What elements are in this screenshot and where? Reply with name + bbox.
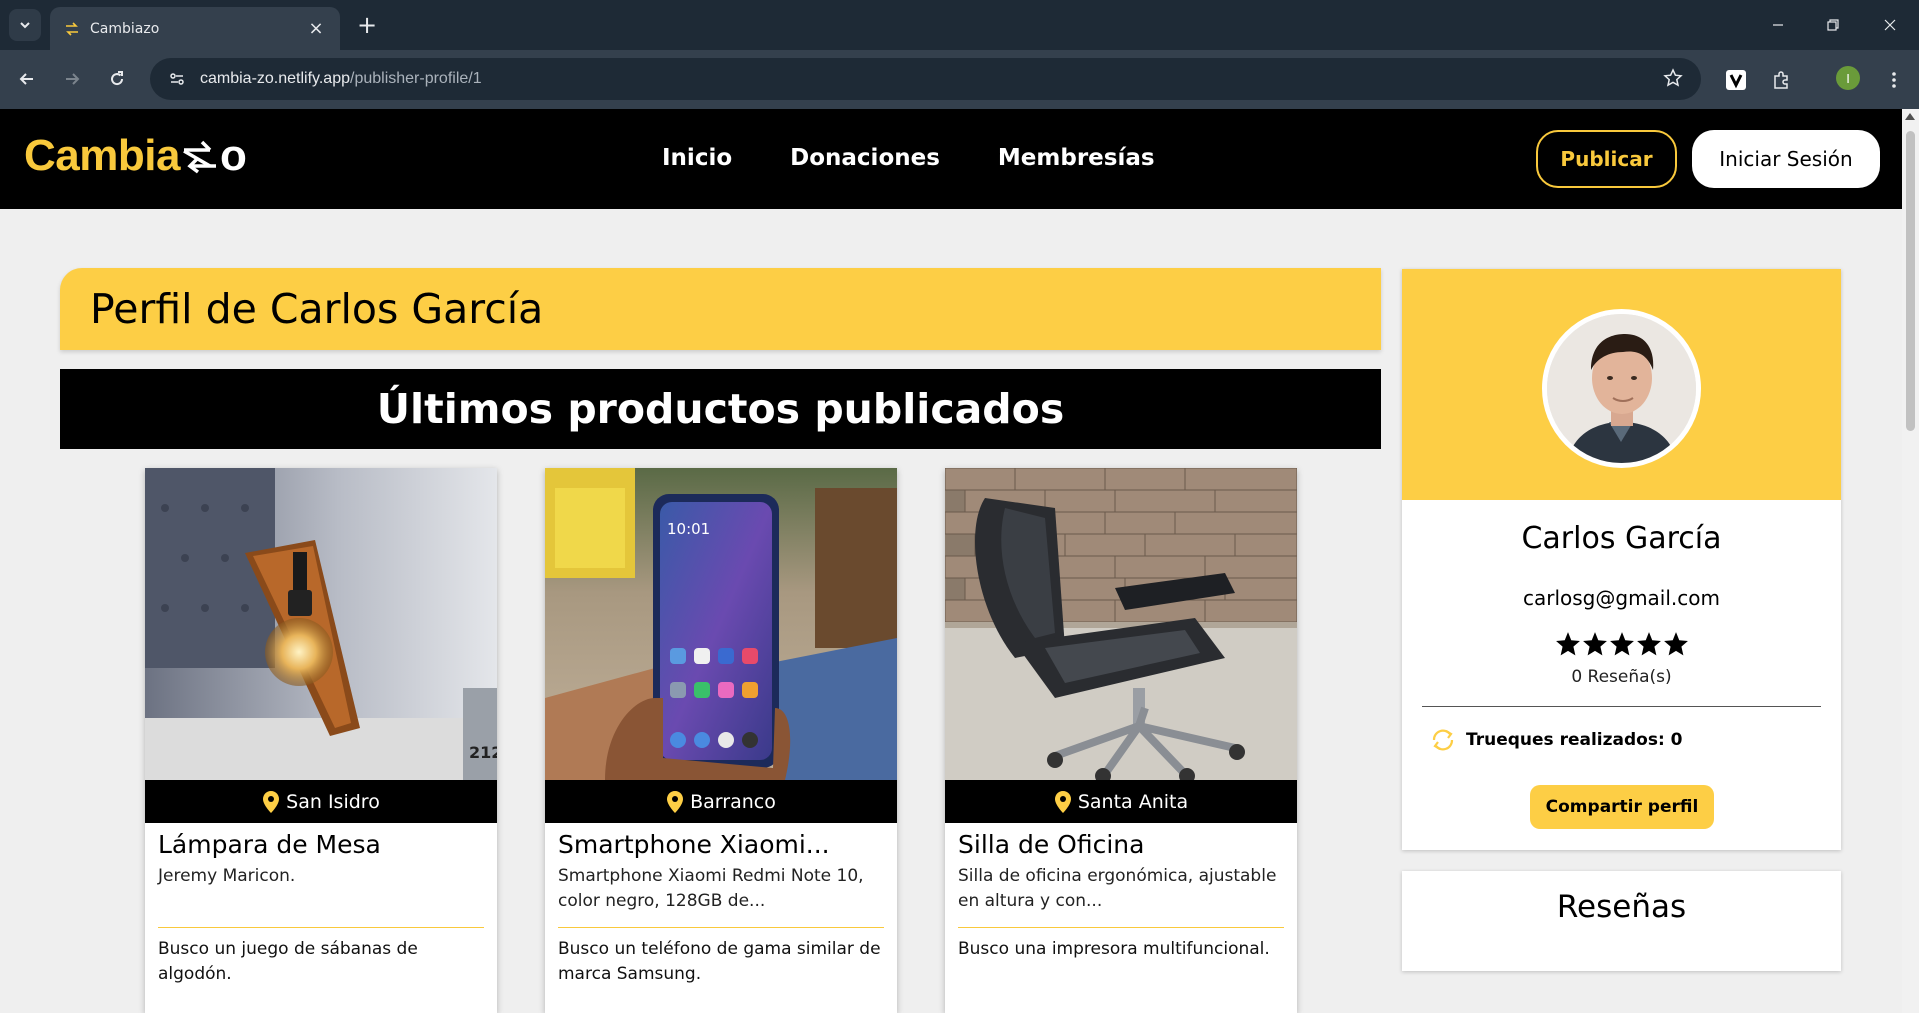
product-wants: Busco un juego de sábanas de algodón.: [158, 939, 418, 984]
page-scrollbar[interactable]: [1902, 109, 1919, 1013]
arrow-right-icon: [66, 73, 80, 85]
share-profile-button[interactable]: Compartir perfil: [1530, 785, 1714, 829]
star-icon: [1636, 632, 1661, 656]
site-info-icon[interactable]: [164, 66, 190, 92]
product-name[interactable]: Lámpara de Mesa: [158, 830, 381, 859]
svg-text:212: 212: [469, 743, 497, 762]
product-description: Silla de oficina ergonómica, ajustable e…: [958, 866, 1277, 911]
bookmark-star-icon[interactable]: [1663, 68, 1683, 92]
cambiazo-logo[interactable]: Cambia o: [24, 131, 247, 181]
product-card[interactable]: 212 San Isidro Lámpara de Mesa Jeremy Ma…: [145, 468, 497, 1013]
product-name[interactable]: Smartphone Xiaomi...: [558, 830, 830, 859]
nav-item-membresias[interactable]: Membresías: [998, 145, 1155, 171]
profile-card-header: [1402, 269, 1841, 500]
location-pin-icon: [1054, 790, 1071, 813]
product-location: Santa Anita: [945, 780, 1297, 823]
login-button[interactable]: Iniciar Sesión: [1692, 130, 1880, 188]
product-name[interactable]: Silla de Oficina: [958, 830, 1144, 859]
url-path: /publisher-profile/1: [350, 70, 482, 87]
star-icon: [1582, 632, 1607, 656]
product-wants: Busco un teléfono de gama similar de mar…: [558, 939, 881, 984]
product-wants: Busco una impresora multifuncional.: [958, 939, 1270, 959]
chevron-down-icon: [20, 22, 30, 29]
latest-products-banner: Últimos productos publicados: [60, 369, 1381, 449]
minimize-button[interactable]: [1758, 8, 1798, 42]
product-description: Smartphone Xiaomi Redmi Note 10, color n…: [558, 866, 864, 911]
exchange-icon: [1432, 729, 1454, 751]
reload-icon: [111, 71, 124, 86]
minimize-icon: [1773, 24, 1783, 26]
browser-tab[interactable]: Cambiazo ×: [50, 7, 340, 50]
star-icon: [1663, 632, 1688, 656]
tab-close-icon[interactable]: ×: [306, 18, 326, 39]
star-icon: [1609, 632, 1634, 656]
product-image-smartphone[interactable]: 10:01: [545, 468, 897, 780]
publisher-email: carlosg@gmail.com: [1522, 586, 1720, 610]
browser-menu-icon[interactable]: [1880, 66, 1908, 94]
cambiazo-favicon-icon: [64, 21, 80, 37]
product-image-office-chair[interactable]: [945, 468, 1297, 780]
exchange-arrows-icon: [183, 140, 216, 174]
product-image-lamp[interactable]: 212: [145, 468, 497, 780]
arrow-left-icon: [19, 73, 33, 85]
logo-text: Cambia: [24, 131, 180, 180]
section-title: Últimos productos publicados: [376, 385, 1065, 433]
reviews-section: Reseñas: [1402, 871, 1841, 971]
nav-item-donaciones[interactable]: Donaciones: [790, 145, 940, 171]
restore-icon: [1827, 19, 1839, 31]
avatar: [1542, 309, 1701, 468]
scroll-thumb[interactable]: [1906, 131, 1915, 431]
product-card[interactable]: Santa Anita Silla de Oficina Silla de of…: [945, 468, 1297, 1013]
trades-count: Trueques realizados: 0: [1430, 727, 1683, 753]
publisher-profile-card: Carlos García carlosg@gmail.com 0 Reseña…: [1402, 269, 1841, 850]
reviews-title: Reseñas: [1556, 889, 1687, 925]
divider: [158, 927, 484, 928]
reviews-count: 0 Reseña(s): [1571, 667, 1672, 687]
logo-text-end: o: [219, 131, 247, 180]
restore-button[interactable]: [1813, 8, 1853, 42]
extension-v-icon[interactable]: [1722, 66, 1750, 94]
divider: [558, 927, 884, 928]
forward-button[interactable]: [57, 64, 87, 94]
location-label: Santa Anita: [1077, 790, 1189, 813]
scroll-up-arrow-icon[interactable]: [1905, 113, 1915, 120]
browser-profile-avatar[interactable]: I: [1836, 66, 1860, 90]
address-bar[interactable]: cambia-zo.netlify.app/publisher-profile/…: [150, 58, 1701, 100]
browser-tab-bar: Cambiazo × +: [0, 0, 1919, 50]
site-header: Cambia o Inicio Donaciones Membresías Pu…: [0, 109, 1902, 209]
svg-text:10:01: 10:01: [667, 520, 710, 538]
divider: [1422, 706, 1821, 707]
main-nav: Inicio Donaciones Membresías: [662, 145, 1155, 171]
close-icon: [1884, 19, 1896, 31]
extensions-puzzle-icon[interactable]: [1767, 66, 1795, 94]
tab-search-button[interactable]: [9, 9, 41, 41]
trades-label: Trueques realizados: 0: [1466, 730, 1683, 750]
product-location: San Isidro: [145, 780, 497, 823]
profile-title-banner: Perfil de Carlos García: [60, 268, 1381, 350]
rating-stars: [1402, 631, 1841, 657]
tab-title: Cambiazo: [90, 20, 160, 37]
url-host: cambia-zo.netlify.app: [200, 70, 350, 87]
new-tab-button[interactable]: +: [352, 10, 382, 40]
publisher-name: Carlos García: [1521, 521, 1722, 556]
product-description: Jeremy Maricon.: [158, 866, 296, 886]
close-window-button[interactable]: [1870, 8, 1910, 42]
publish-button[interactable]: Publicar: [1536, 130, 1677, 188]
page-title: Perfil de Carlos García: [90, 285, 544, 333]
reload-button[interactable]: [102, 64, 132, 94]
star-icon: [1555, 632, 1580, 656]
product-card[interactable]: 10:01 Barranco Smartphone Xiaomi... Smar…: [545, 468, 897, 1013]
location-label: Barranco: [690, 790, 776, 813]
location-label: San Isidro: [286, 790, 380, 813]
location-pin-icon: [667, 790, 684, 813]
back-button[interactable]: [12, 64, 42, 94]
nav-item-inicio[interactable]: Inicio: [662, 145, 732, 171]
product-location: Barranco: [545, 780, 897, 823]
location-pin-icon: [263, 790, 280, 813]
divider: [958, 927, 1284, 928]
browser-toolbar: cambia-zo.netlify.app/publisher-profile/…: [0, 50, 1919, 109]
